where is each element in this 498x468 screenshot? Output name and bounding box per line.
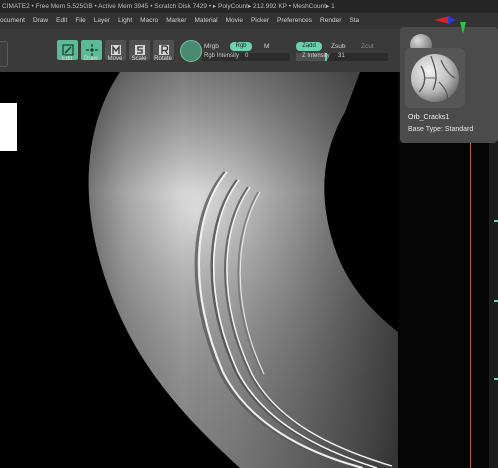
menu-item-document[interactable]: ocument [0, 13, 33, 29]
menu-item-marker[interactable]: Marker [166, 13, 194, 29]
axis-gizmo-icon[interactable] [432, 16, 482, 46]
z-intensity-value: 31 [338, 53, 345, 59]
sculpt-mesh [0, 72, 398, 468]
menu-item-file[interactable]: File [75, 13, 93, 29]
tray-marker [494, 300, 498, 302]
rotate-label: Rotate [154, 56, 172, 62]
menu-item-draw[interactable]: Draw [33, 13, 56, 29]
rgb-toggle[interactable]: Rgb [230, 42, 252, 51]
zcut-toggle[interactable]: Zcut [361, 43, 374, 50]
menu-item-layer[interactable]: Layer [94, 13, 118, 29]
status-bar-text: CIMATE2 • Free Mem 5.525GB • Active Mem … [2, 3, 335, 10]
mrgb-toggle[interactable]: Mrgb [204, 43, 219, 50]
zadd-toggle[interactable]: Zadd [296, 42, 322, 51]
rgb-intensity-value: 0 [245, 53, 249, 59]
m-toggle[interactable]: M [264, 43, 269, 50]
menu-item-light[interactable]: Light [118, 13, 140, 29]
sculptris-mode-button[interactable] [180, 40, 202, 62]
left-shelf-button[interactable] [0, 41, 8, 67]
right-tray-edge[interactable] [489, 143, 498, 468]
tray-marker [494, 378, 498, 380]
menu-item-render[interactable]: Render [320, 13, 349, 29]
menu-item-macro[interactable]: Macro [140, 13, 166, 29]
tray-divider [470, 143, 471, 468]
brush-thumbnail[interactable] [405, 48, 465, 108]
menu-item-movie[interactable]: Movie [226, 13, 251, 29]
menu-item-preferences[interactable]: Preferences [277, 13, 320, 29]
rotate-icon [158, 45, 169, 55]
menu-item-stencil[interactable]: Sta [349, 13, 367, 29]
canvas-viewport[interactable] [0, 72, 398, 468]
viewport-overlay-panel [0, 103, 17, 151]
menu-item-material[interactable]: Material [194, 13, 225, 29]
edit-icon [61, 44, 74, 56]
scale-icon [134, 45, 145, 55]
rgb-intensity-label: Rgb Intensity [204, 53, 240, 59]
tray-marker [494, 220, 498, 222]
menu-item-edit[interactable]: Edit [56, 13, 75, 29]
zsub-toggle[interactable]: Zsub [331, 43, 345, 50]
right-tray-background [398, 143, 498, 468]
menu-item-picker[interactable]: Picker [251, 13, 277, 29]
status-bar: CIMATE2 • Free Mem 5.525GB • Active Mem … [0, 0, 498, 13]
brush-name: Orb_Cracks1 [408, 114, 450, 121]
z-intensity-label: Z Intensity [302, 53, 330, 59]
draw-icon [85, 44, 98, 56]
orb-cracks-icon [411, 54, 459, 102]
move-icon [110, 45, 121, 55]
brush-base-type: Base Type: Standard [408, 126, 474, 133]
